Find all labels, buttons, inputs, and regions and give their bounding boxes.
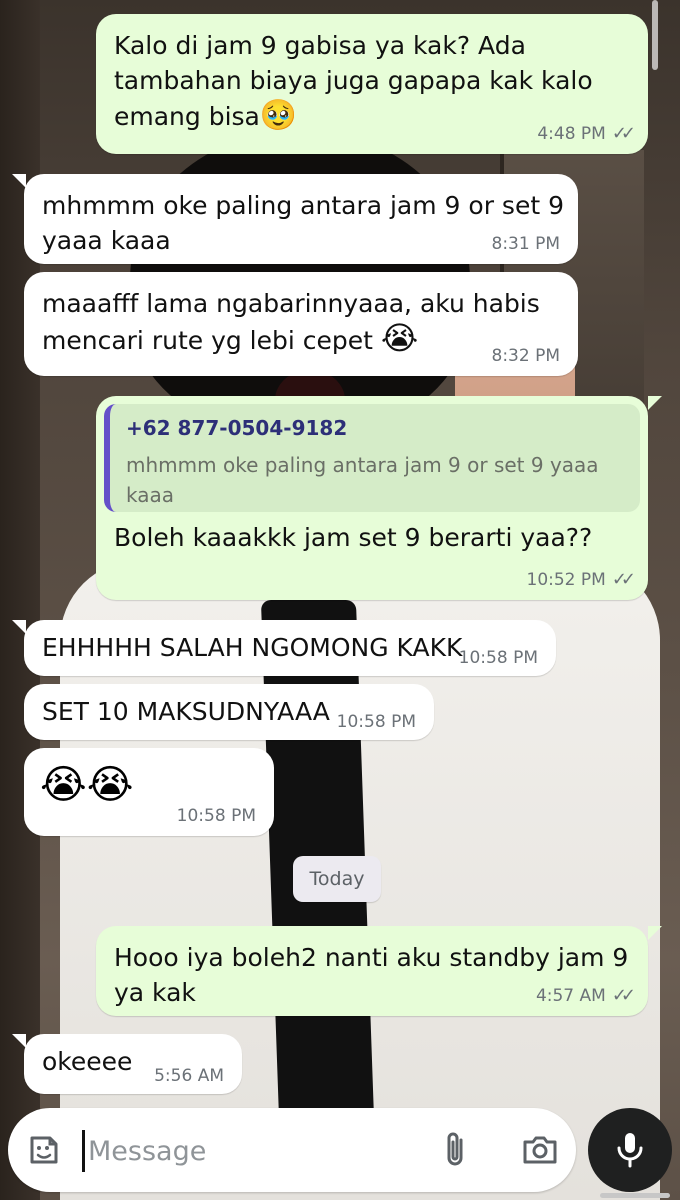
quoted-sender: +62 877-0504-9182 — [126, 416, 348, 440]
pleading-face-emoji: 🥹 — [259, 98, 298, 133]
message-bubble-incoming[interactable]: EHHHHH SALAH NGOMONG KAKK 10:58 PM — [24, 620, 556, 676]
crying-face-emoji: 😭 — [380, 319, 419, 357]
message-text: SET 10 MAKSUDNYAAA — [42, 697, 330, 726]
message-bubble-incoming[interactable]: okeeee 5:56 AM — [24, 1034, 242, 1094]
sticker-icon — [30, 1136, 58, 1164]
message-time: 10:58 PM — [458, 648, 538, 668]
sticker-button[interactable] — [22, 1128, 66, 1172]
message-time: 8:31 PM — [491, 234, 561, 254]
message-text: EHHHHH SALAH NGOMONG KAKK — [42, 633, 463, 662]
message-bubble-outgoing[interactable]: Kalo di jam 9 gabisa ya kak? Ada tambaha… — [96, 14, 648, 154]
paperclip-icon — [447, 1132, 463, 1166]
microphone-icon — [617, 1133, 643, 1168]
bubble-tail — [12, 1034, 26, 1048]
camera-icon — [523, 1136, 557, 1164]
message-bubble-incoming[interactable]: maaafff lama ngabarinnyaaa, aku habis me… — [24, 272, 578, 376]
message-time: 10:58 PM — [176, 806, 256, 826]
message-bubble-outgoing-reply[interactable]: +62 877-0504-9182 mhmmm oke paling antar… — [96, 396, 648, 600]
bubble-tail — [12, 620, 26, 634]
message-meta: 8:32 PM — [492, 346, 561, 366]
message-time: 4:48 PM — [537, 123, 606, 144]
message-meta: 10:58 PM — [337, 712, 416, 732]
message-time: 5:56 AM — [154, 1066, 224, 1086]
message-meta: 8:31 PM — [492, 234, 561, 254]
date-separator: Today — [293, 856, 381, 902]
voice-record-button[interactable] — [588, 1108, 672, 1192]
message-bubble-incoming[interactable]: mhmmm oke paling antara jam 9 or set 9 y… — [24, 174, 578, 264]
gesture-bar — [600, 1193, 670, 1198]
camera-button[interactable] — [516, 1126, 564, 1174]
message-bubble-incoming[interactable]: 😭😭 10:58 PM — [24, 748, 274, 836]
message-text: Kalo di jam 9 gabisa ya kak? Ada tambaha… — [114, 31, 593, 131]
message-list[interactable]: Kalo di jam 9 gabisa ya kak? Ada tambaha… — [0, 0, 680, 1200]
message-time: 10:58 PM — [336, 712, 416, 732]
read-receipt-icon: ✓✓ — [611, 123, 636, 144]
message-meta: 4:57 AM ✓✓ — [535, 985, 636, 1006]
message-time: 8:32 PM — [491, 346, 561, 366]
message-meta: 4:48 PM ✓✓ — [537, 123, 636, 144]
crying-face-emoji: 😭😭 — [40, 762, 134, 808]
bubble-tail — [648, 926, 662, 940]
read-receipt-icon: ✓✓ — [611, 985, 636, 1006]
message-meta: 10:58 PM — [177, 806, 256, 826]
message-text: okeeee — [42, 1047, 133, 1076]
message-meta: 10:58 PM — [459, 648, 538, 668]
quoted-text: mhmmm oke paling antara jam 9 or set 9 y… — [126, 453, 599, 507]
quoted-message[interactable]: +62 877-0504-9182 mhmmm oke paling antar… — [104, 404, 640, 512]
text-cursor — [82, 1130, 85, 1172]
bubble-tail — [12, 174, 26, 188]
message-time: 4:57 AM — [535, 985, 606, 1006]
message-bubble-outgoing[interactable]: Hooo iya boleh2 nanti aku standby jam 9 … — [96, 926, 648, 1016]
bubble-tail — [648, 396, 662, 410]
message-text: mhmmm oke paling antara jam 9 or set 9 y… — [42, 191, 564, 255]
attach-button[interactable] — [432, 1126, 478, 1174]
message-text: maaafff lama ngabarinnyaaa, aku habis me… — [42, 289, 540, 355]
message-input[interactable] — [86, 1126, 410, 1176]
message-time: 10:52 PM — [526, 569, 606, 590]
read-receipt-icon: ✓✓ — [611, 569, 636, 590]
message-text: Boleh kaaakkk jam set 9 berarti yaa?? — [114, 523, 593, 552]
message-meta: 10:52 PM ✓✓ — [526, 569, 637, 590]
message-meta: 5:56 AM — [154, 1066, 224, 1086]
message-composer — [8, 1108, 576, 1192]
message-bubble-incoming[interactable]: SET 10 MAKSUDNYAAA 10:58 PM — [24, 684, 434, 740]
